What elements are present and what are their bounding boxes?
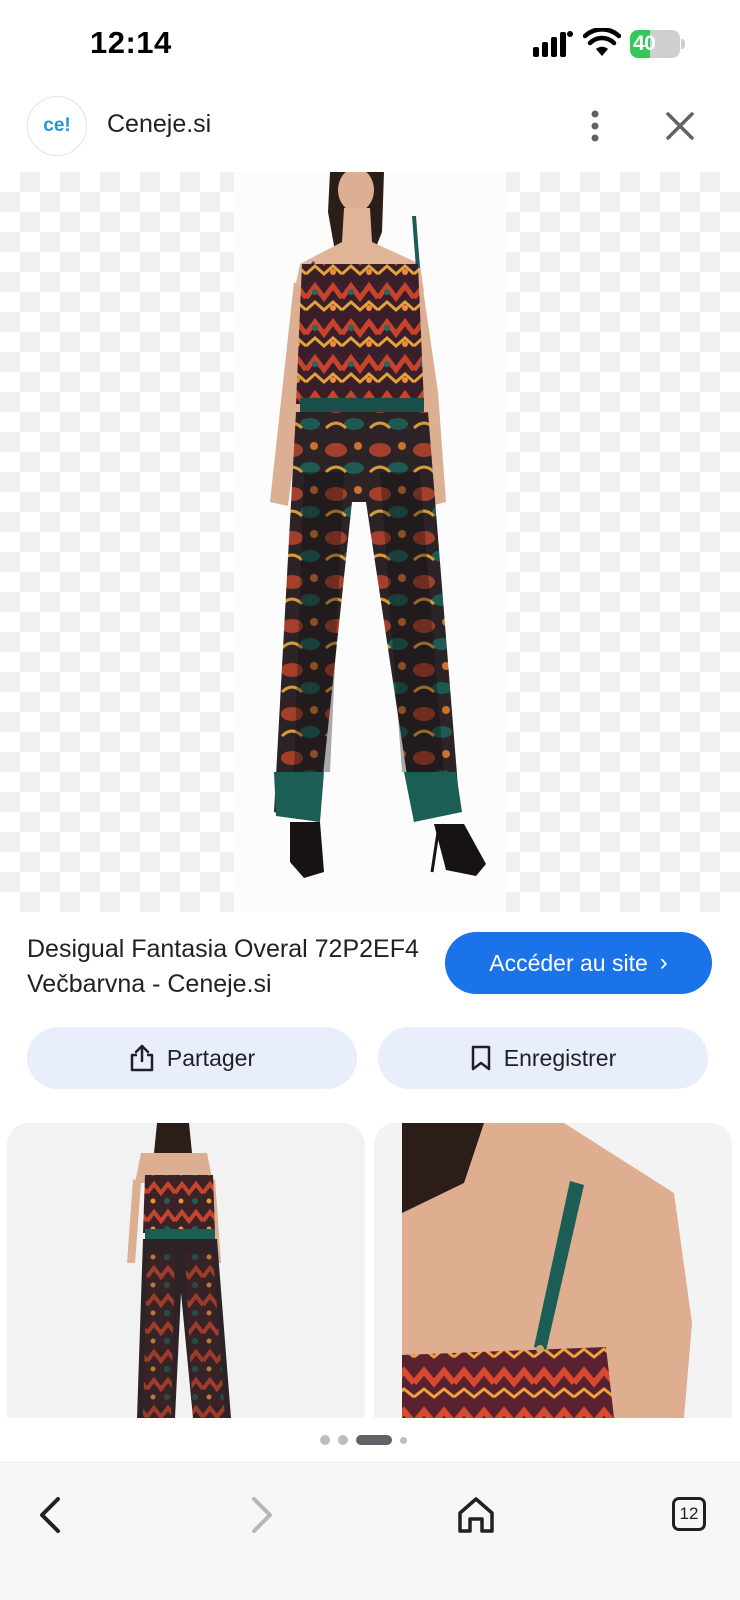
share-label: Partager (166, 1044, 256, 1071)
action-row: Partager Enregistrer (0, 1027, 740, 1093)
strap-closeup-photo (374, 1123, 732, 1418)
cellular-signal-icon (533, 31, 573, 57)
home-icon[interactable] (448, 1487, 504, 1543)
carousel-dot (400, 1437, 407, 1444)
browser-toolbar: 12 (0, 1462, 740, 1600)
tabs-button[interactable]: 12 (662, 1487, 718, 1543)
save-button[interactable]: Enregistrer (378, 1027, 708, 1089)
carousel-dot (338, 1435, 348, 1445)
wifi-icon (583, 28, 621, 56)
chevron-right-icon: › (659, 949, 668, 976)
product-photo[interactable] (234, 172, 506, 912)
visit-site-label: Accéder au site (489, 949, 648, 976)
related-image-thumb[interactable] (7, 1123, 365, 1418)
bookmark-icon (471, 1045, 490, 1071)
battery-body: 40 (630, 30, 680, 58)
status-time: 12:14 (90, 25, 172, 60)
related-image-thumb[interactable] (374, 1123, 732, 1418)
carousel-indicator (320, 1432, 420, 1448)
product-title[interactable]: Desigual Fantasia Overal 72P2EF4 Večbarv… (27, 932, 427, 1002)
visit-site-button[interactable]: Accéder au site › (445, 932, 712, 994)
back-view-photo (7, 1123, 365, 1418)
site-logo[interactable]: ce! (27, 96, 87, 156)
back-arrow-icon[interactable] (22, 1487, 78, 1543)
site-header: ce! Ceneje.si (0, 88, 740, 172)
battery-tip (681, 39, 685, 49)
save-label: Enregistrer (503, 1044, 617, 1071)
site-name[interactable]: Ceneje.si (107, 110, 211, 139)
product-info-row: Desigual Fantasia Overal 72P2EF4 Večbarv… (0, 912, 740, 1024)
battery-charging-icon: 40 (630, 30, 685, 58)
product-image-area[interactable] (0, 172, 740, 912)
carousel-dot-active (356, 1435, 392, 1445)
related-images (0, 1123, 740, 1418)
share-button[interactable]: Partager (27, 1027, 357, 1089)
tab-count: 12 (672, 1497, 706, 1531)
carousel-dot (320, 1435, 330, 1445)
battery-percent: 40 (633, 32, 656, 55)
more-options-icon[interactable] (575, 106, 615, 146)
close-icon[interactable] (660, 106, 700, 146)
image-viewer-screen: 12:14 40 ce! Ceneje.si Desigual Fantasia… (0, 0, 740, 1600)
forward-arrow-icon[interactable] (234, 1487, 290, 1543)
share-icon (130, 1044, 154, 1072)
status-bar: 12:14 40 (0, 0, 740, 88)
